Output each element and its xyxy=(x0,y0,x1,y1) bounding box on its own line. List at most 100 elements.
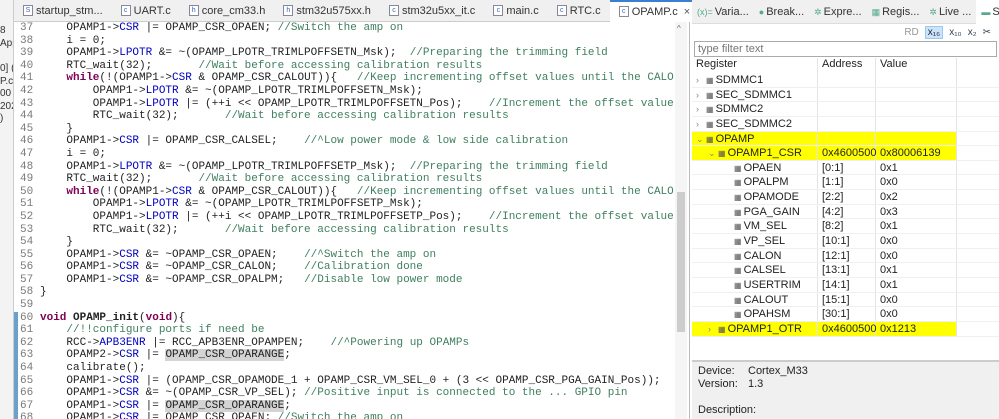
register-row[interactable]: ▦ OPAHSM [30:1] 0x0 xyxy=(692,307,999,322)
code-token: ){ xyxy=(172,311,186,324)
editor-scrollbar[interactable]: ^ xyxy=(675,22,687,419)
code-token: & OPAMP_CSR_CALOUT)){ xyxy=(191,185,357,198)
line-number: 37 xyxy=(20,22,34,34)
register-icon: ▦ xyxy=(706,119,714,129)
line-number: 68 xyxy=(20,412,34,419)
view-tab-regis[interactable]: ▦ Regis... xyxy=(867,0,925,24)
code-line: 63 OPAMP2->CSR |= OPAMP_CSR_OPARANGE; xyxy=(14,349,674,362)
view-icon: ▦ xyxy=(871,6,881,17)
code-comment: //Wait before accessing calibration resu… xyxy=(224,223,509,236)
code-token: &= ~OPAMP_CSR_OPALPM; xyxy=(139,273,305,286)
code-token: ; xyxy=(284,349,291,362)
register-row[interactable]: ▦ OPAMODE [2:2] 0x2 xyxy=(692,190,999,205)
scrollbar-thumb[interactable] xyxy=(677,192,685,332)
register-row[interactable]: ▦ VP_SEL [10:1] 0x0 xyxy=(692,234,999,249)
chevron-down-icon[interactable]: ⌄ xyxy=(708,146,718,161)
tab-stm32u575xx-h[interactable]: h stm32u575xx.h xyxy=(274,0,380,22)
register-row[interactable]: › ▦ SDMMC2 xyxy=(692,102,999,117)
filter-input[interactable] xyxy=(694,41,997,57)
chevron-right-icon[interactable]: › xyxy=(696,73,706,88)
code-token: OPAMP1-> xyxy=(40,273,120,286)
code-token: |= (OPAMP_CSR_OPAMODE_1 + OPAMP_CSR_VM_S… xyxy=(139,374,674,387)
chevron-right-icon[interactable]: › xyxy=(708,322,718,337)
chevron-right-icon[interactable]: › xyxy=(696,102,706,117)
bin-format-button[interactable]: x₂ xyxy=(968,27,977,38)
register-row[interactable]: › ▦ SEC_SDMMC1 xyxy=(692,87,999,103)
register-row[interactable]: › ▦ OPAMP1_OTR 0x46005004 0x1213 xyxy=(692,321,999,337)
chevron-down-icon[interactable]: ⌄ xyxy=(696,132,706,147)
left-strip-text xyxy=(0,50,13,63)
register-address xyxy=(818,131,876,146)
register-row[interactable]: ▦ OPALPM [1:1] 0x0 xyxy=(692,175,999,191)
code-keyword: while xyxy=(66,72,100,85)
line-number: 59 xyxy=(20,299,34,312)
tab-label: main.c xyxy=(506,4,539,17)
tab-core-cm33-h[interactable]: h core_cm33.h xyxy=(180,0,275,22)
code-area[interactable]: 37 OPAMP1->CSR |= OPAMP_CSR_OPAEN; //Swi… xyxy=(14,22,674,419)
tab-opamp-c[interactable]: c OPAMP.c × xyxy=(609,0,700,22)
register-row[interactable]: ⌄ ▦ OPAMP1_CSR 0x46005000 0x80006139 xyxy=(692,146,999,161)
c-file-icon: c xyxy=(493,5,504,16)
register-name: SDMMC1 xyxy=(715,74,764,86)
register-value xyxy=(876,73,957,87)
register-value: 0x0 xyxy=(876,292,957,307)
asm-file-icon: S xyxy=(23,5,33,16)
register-row[interactable]: ▦ PGA_GAIN [4:2] 0x3 xyxy=(692,204,999,220)
view-tab-expre[interactable]: ✲ Expre... xyxy=(809,0,866,24)
register-row[interactable]: ▦ CALON [12:1] 0x0 xyxy=(692,248,999,264)
line-number: 67 xyxy=(20,399,34,412)
register-row[interactable]: ▦ USERTRIM [14:1] 0x1 xyxy=(692,277,999,293)
code-token: OPAMP1-> xyxy=(40,210,146,223)
register-row[interactable]: › ▦ SDMMC1 xyxy=(692,73,999,88)
register-row[interactable]: ▦ VM_SEL [8:2] 0x1 xyxy=(692,219,999,235)
scroll-up-icon[interactable]: ^ xyxy=(677,24,681,33)
chevron-right-icon[interactable]: › xyxy=(696,88,706,103)
code-line: 60 void OPAMP_init(void){ xyxy=(14,311,674,325)
line-number: 50 xyxy=(20,185,34,198)
tab-startup-stm-[interactable]: Sstartup_stm... xyxy=(14,0,112,22)
register-name: VM_SEL xyxy=(743,220,787,233)
view-tab-break[interactable]: ● Break... xyxy=(754,0,809,24)
view-tab-sfrs[interactable]: ▬SFRs × xyxy=(976,0,999,24)
dec-format-button[interactable]: x₁₀ xyxy=(949,27,962,38)
register-row[interactable]: ▦ CALOUT [15:1] 0x0 xyxy=(692,292,999,308)
tab-stm32u5xx-it-c[interactable]: c stm32u5xx_it.c xyxy=(380,0,484,22)
column-value[interactable]: Value xyxy=(876,58,957,73)
left-strip-text: App xyxy=(0,37,13,49)
tab-uart-c[interactable]: c UART.c xyxy=(112,0,180,22)
line-number: 56 xyxy=(20,261,34,274)
register-value: 0x1 xyxy=(876,263,957,277)
code-comment: //Increment the offset value xyxy=(488,210,674,223)
code-line: 54 } xyxy=(14,236,674,249)
line-number: 65 xyxy=(20,374,34,387)
tab-rtc-c[interactable]: c RTC.c xyxy=(548,0,610,22)
register-row[interactable]: › ▦ SEC_SDMMC2 xyxy=(692,116,999,132)
view-tab-varia[interactable]: (x)= Varia... xyxy=(692,0,754,24)
chevron-right-icon[interactable]: › xyxy=(696,117,706,132)
column-address[interactable]: Address xyxy=(818,58,876,73)
code-token: & OPAMP_CSR_CALOUT)){ xyxy=(191,72,357,85)
code-line: 41 while(!(OPAMP1->CSR & OPAMP_CSR_CALOU… xyxy=(14,72,674,85)
column-register[interactable]: Register xyxy=(692,58,818,73)
code-line: 45 } xyxy=(14,123,674,136)
tab-main-c[interactable]: c main.c xyxy=(484,0,547,22)
line-number: 40 xyxy=(20,59,34,72)
code-token: OPAMP1-> xyxy=(40,248,120,261)
register-name: PGA_GAIN xyxy=(743,205,800,218)
register-row[interactable]: ▦ OPAEN [0:1] 0x1 xyxy=(692,160,999,176)
hex-format-button[interactable]: x₁₆ xyxy=(924,25,944,39)
code-line: 64 calibrate(); xyxy=(14,362,674,375)
close-icon[interactable]: × xyxy=(684,6,690,18)
read-button[interactable]: RD xyxy=(904,27,918,38)
register-name: OPAMP1_OTR xyxy=(727,322,802,335)
register-value xyxy=(876,116,957,131)
settings-tool-icon[interactable]: ✂ xyxy=(983,27,991,38)
register-name-cell: ▦ USERTRIM xyxy=(692,277,818,292)
register-row[interactable]: ⌄ ▦ OPAMP xyxy=(692,131,999,147)
register-address xyxy=(818,116,876,131)
view-tab-live[interactable]: ✲ Live ... xyxy=(924,0,976,24)
register-row[interactable]: ▦ CALSEL [13:1] 0x1 xyxy=(692,263,999,278)
line-number: 61 xyxy=(20,324,34,337)
